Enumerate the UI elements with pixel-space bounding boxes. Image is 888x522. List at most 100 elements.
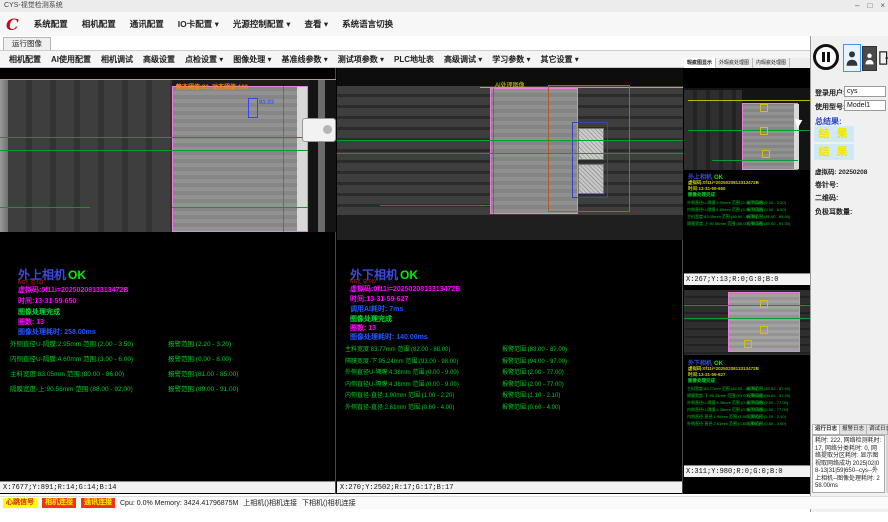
toolbar-item[interactable]: PLC地址表 bbox=[389, 54, 439, 65]
exit-button[interactable] bbox=[878, 45, 888, 70]
model-label: 使用型号: bbox=[815, 102, 845, 112]
user-icon bbox=[846, 48, 858, 68]
alarm-range-text: 报警范围:(2.00 - 77.00) bbox=[502, 368, 564, 380]
defect-marker-box bbox=[760, 104, 768, 112]
middle-camera-view[interactable]: AI处理图像 外下相机OK NG汇总:0|0 虚拟码:0f11i=2025020… bbox=[337, 68, 683, 494]
tab-run-log[interactable]: 运行日志 bbox=[813, 425, 840, 434]
tab-alarm-log[interactable]: 报警日志 bbox=[840, 425, 867, 434]
measurement-text: 主料宽度:83.77mm 范围:(82.00 - 88.00) bbox=[687, 385, 747, 392]
defect-marker-box bbox=[744, 340, 752, 348]
login-user-label: 登录用户: bbox=[815, 88, 845, 98]
qr-code-label: 二维码: bbox=[815, 193, 838, 203]
mini-top-coord-bar: X:267;Y:13;R:0;G:0;B:0 bbox=[684, 273, 810, 285]
left-lap-count: 圈数: 13 bbox=[18, 317, 44, 327]
measurement-text: 内侧直径U-隔膜:4.38mm 范围:(0.00 - 9.00) bbox=[687, 406, 747, 413]
alarm-range-text: 报警范围:(81.00 - 85.00) bbox=[747, 213, 790, 220]
defect-marker-box bbox=[760, 300, 768, 308]
measurement-row: 主料宽度:83.77mm 范围:(82.00 - 88.00) 报警范围:(83… bbox=[345, 345, 567, 357]
menu-bar: C 系统配置相机配置通讯配置IO卡配置 ▾光源控制配置 ▾查看 ▾系统语言切换 bbox=[0, 12, 888, 37]
measure-tag-box bbox=[248, 98, 258, 118]
toolbar-item[interactable]: AI使用配置 bbox=[46, 54, 96, 65]
alarm-range-text: 报警范围:(2.00 - 77.00) bbox=[747, 399, 788, 406]
worker-icon bbox=[865, 50, 874, 67]
cpu-memory-text: Cpu: 0.0% Memory: 3424.41796875M bbox=[120, 500, 238, 507]
alarm-range-text: 报警范围:(83.00 - 87.00) bbox=[502, 345, 567, 357]
log-text-area[interactable]: 耗时: 222, 网络检测耗时: 17, 网络分类耗时: 0, 网络提取分区耗时… bbox=[812, 435, 885, 493]
maximize-button[interactable]: □ bbox=[867, 0, 872, 12]
menu-item[interactable]: 查看 ▾ bbox=[298, 18, 336, 30]
measurement-row: 内侧直径-直径:1.90mm 范围:(1.00 - 2.20) 报警范围:(1.… bbox=[687, 413, 790, 420]
left-virtual-code: 虚拟码:0f11i=2025020813313472B bbox=[18, 285, 128, 295]
menu-item[interactable]: 系统语言切换 bbox=[335, 18, 400, 30]
measurement-row: 内侧直径U-隔膜:4.60mm 范围:(3.00 - 6.00) 报警范围:(0… bbox=[687, 206, 790, 213]
toolbar-item[interactable]: 点检设置 ▾ bbox=[180, 54, 228, 65]
menu-item[interactable]: 系统配置 bbox=[27, 18, 75, 30]
view-tab-row: 运行图像 bbox=[0, 36, 810, 51]
measurement-row: 外侧直径U-隔膜:2.95mm 范围:(2.00 - 3.50) 报警范围:(2… bbox=[10, 337, 238, 352]
defect-mini-panel[interactable]: 外上相机OK 虚拟码:0f11i=2025020813313472B 时间:13… bbox=[684, 68, 810, 494]
upper-camera-link[interactable]: 上相机()相机连接 bbox=[243, 498, 297, 508]
camera-link-badge: 相机连接 bbox=[42, 498, 76, 508]
close-button[interactable]: × bbox=[880, 0, 885, 12]
measurement-text: 外侧直径U-隔膜:4.38mm 范围:(0.00 - 9.00) bbox=[687, 399, 747, 406]
lower-camera-link[interactable]: 下相机()相机连接 bbox=[302, 498, 356, 508]
mini-top-done: 图像处理完成 bbox=[688, 192, 715, 198]
tab-object-2 bbox=[578, 164, 604, 194]
measurement-text: 外侧直径U-隔膜:2.95mm 范围:(2.00 - 3.50) bbox=[10, 337, 168, 352]
exit-door-icon bbox=[878, 48, 888, 68]
alarm-range-text: 报警范围:(0.00 - 8.00) bbox=[168, 352, 231, 367]
menu-item[interactable]: 相机配置 bbox=[75, 18, 123, 30]
measurement-text: 外侧直径-直径:2.61mm 范围:(0.60 - 4.00) bbox=[687, 420, 747, 427]
measurement-text: 外侧直径-直径:2.61mm 范围:(0.60 - 4.00) bbox=[345, 403, 502, 415]
left-image-strip: 静态阈值:93, 动态阈值:100 93.03 bbox=[0, 80, 336, 232]
alarm-range-text: 报警范围:(94.00 - 97.00) bbox=[747, 392, 790, 399]
log-tabs: 运行日志 报警日志 调试日志 bbox=[812, 424, 888, 435]
measurement-row: 外侧直径-直径:2.61mm 范围:(0.60 - 4.00) 报警范围:(0.… bbox=[687, 420, 790, 427]
measurement-row: 隔膜宽度-上:90.56mm 范围:(88.00 - 92.00) 报警范围:(… bbox=[10, 382, 238, 397]
menu-item[interactable]: IO卡配置 ▾ bbox=[171, 18, 226, 30]
measurement-row: 外侧直径U-隔膜:2.95mm 范围:(2.00 - 3.50) 报警范围:(2… bbox=[687, 199, 790, 206]
mini-bottom-done: 图像处理完成 bbox=[688, 378, 715, 384]
minimize-button[interactable]: – bbox=[855, 0, 859, 12]
left-pixel-coord-bar: X:7677;Y:891;R:14;G:14;B:14 bbox=[0, 481, 335, 493]
toolbar-item[interactable]: 测试项参数 ▾ bbox=[333, 54, 389, 65]
alarm-range-text: 报警范围:(94.00 - 97.00) bbox=[502, 357, 567, 369]
measurement-row: 外侧直径U-隔膜:4.38mm 范围:(0.00 - 9.00) 报警范围:(2… bbox=[345, 368, 567, 380]
toolbar-item[interactable]: 相机调试 bbox=[96, 54, 138, 65]
mini-bottom-image bbox=[684, 290, 810, 355]
menu-item[interactable]: 光源控制配置 ▾ bbox=[226, 18, 298, 30]
measurement-row: 内侧直径-直径:1.90mm 范围:(1.00 - 2.20) 报警范围:(1.… bbox=[345, 391, 567, 403]
negative-tab-count-label: 负极耳数量: bbox=[815, 207, 852, 217]
middle-elapsed: 图像处理耗时: 140.00ms bbox=[350, 332, 428, 342]
measurement-text: 主料宽度:83.77mm 范围:(82.00 - 88.00) bbox=[345, 345, 502, 357]
measurement-text: 内侧直径-直径:1.90mm 范围:(1.00 - 2.20) bbox=[345, 391, 502, 403]
pause-button[interactable] bbox=[813, 44, 839, 70]
engineer-button[interactable] bbox=[862, 46, 877, 71]
left-camera-view[interactable]: 静态阈值:93, 动态阈值:100 93.03 外上相机OK NG汇总:0|1 … bbox=[0, 68, 336, 494]
toolbar-item[interactable]: 其它设置 ▾ bbox=[536, 54, 584, 65]
toolbar-item[interactable]: 学习参数 ▾ bbox=[487, 54, 535, 65]
comm-link-badge: 通讯连接 bbox=[81, 498, 115, 508]
operator-button[interactable] bbox=[843, 44, 861, 72]
toolbar-item[interactable]: 相机配置 bbox=[4, 54, 46, 65]
toolbar-item[interactable]: 基准线参数 ▾ bbox=[277, 54, 333, 65]
result-indicator-2: 结 果 bbox=[814, 144, 854, 160]
mini-bottom-coord-bar: X:311;Y:980;R:0;G:0;B:0 bbox=[684, 465, 810, 477]
login-user-input[interactable]: cys bbox=[844, 86, 886, 97]
mini-top-measurements: 外侧直径U-隔膜:2.95mm 范围:(2.00 - 3.50) 报警范围:(2… bbox=[687, 199, 790, 227]
menu-item[interactable]: 通讯配置 bbox=[123, 18, 171, 30]
tab-run-image[interactable]: 运行图像 bbox=[3, 37, 51, 50]
measurement-text: 内侧直径U-隔膜:4.60mm 范围:(3.00 - 6.00) bbox=[687, 206, 747, 213]
tab-debug-log[interactable]: 调试日志 bbox=[867, 425, 888, 434]
menu-items: 系统配置相机配置通讯配置IO卡配置 ▾光源控制配置 ▾查看 ▾系统语言切换 bbox=[27, 18, 400, 30]
title-bar: CYS-视觉检测系统 bbox=[0, 0, 888, 12]
toolbar-item[interactable]: 高级设置 bbox=[138, 54, 180, 65]
measurement-text: 内侧直径U-隔膜:4.38mm 范围:(0.00 - 9.00) bbox=[345, 380, 502, 392]
mini-top-image bbox=[684, 88, 810, 170]
toolbar-item[interactable]: 高级调试 ▾ bbox=[439, 54, 487, 65]
model-input[interactable]: Model1 bbox=[844, 100, 886, 111]
toolbar-item[interactable]: 图像处理 ▾ bbox=[228, 54, 276, 65]
left-measurement-list: 外侧直径U-隔膜:2.95mm 范围:(2.00 - 3.50) 报警范围:(2… bbox=[10, 337, 238, 397]
threshold-overlay-text: 静态阈值:93, 动态阈值:100 bbox=[176, 82, 248, 91]
alarm-range-text: 报警范围:(89.00 - 91.00) bbox=[168, 382, 238, 397]
